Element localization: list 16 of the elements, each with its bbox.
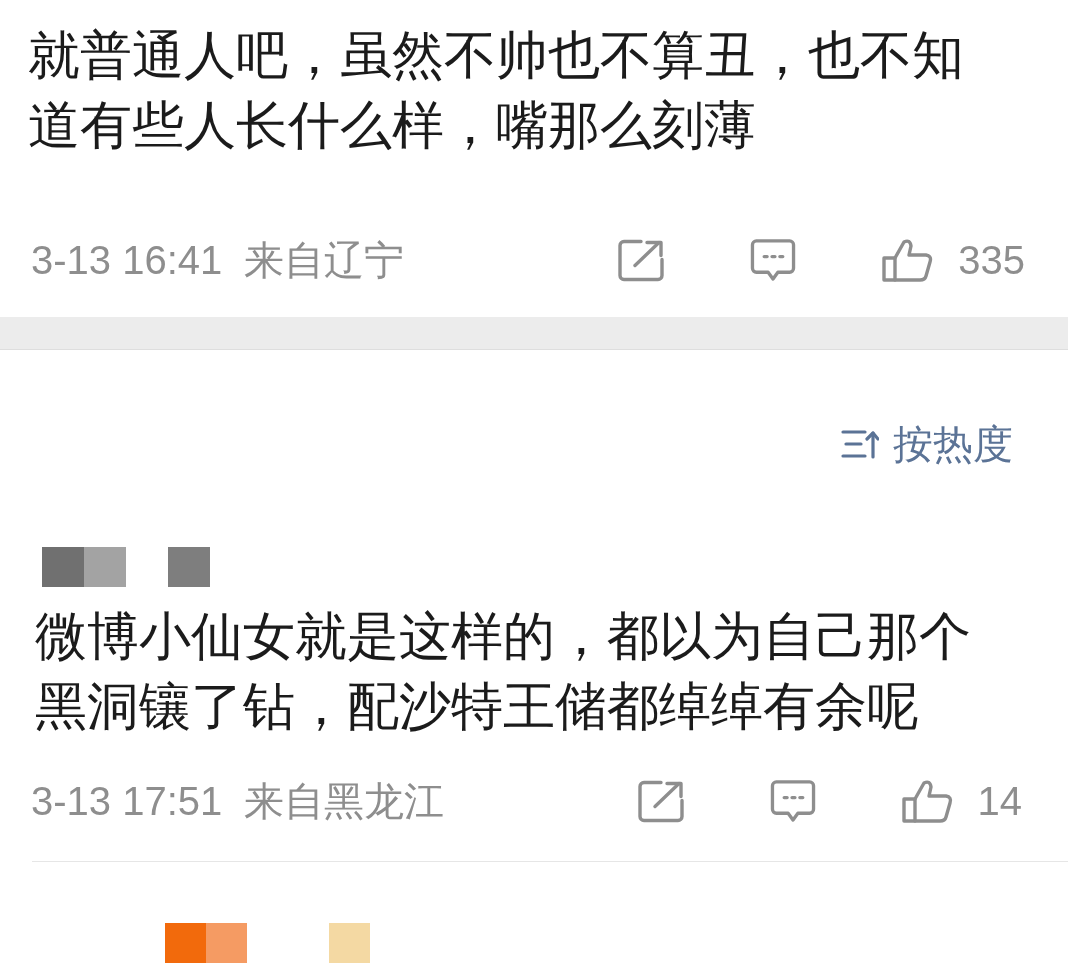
comment-time: 3-13 17:51 [31,778,223,824]
square-arrow-icon[interactable] [617,237,666,283]
like-button[interactable]: 14 [900,778,1022,824]
speech-bubble-icon[interactable] [749,237,798,283]
square-arrow-icon[interactable] [636,778,685,824]
comment-text: 微博小仙女就是这样的，都以为自己那个黑洞镶了钻，配沙特王储都绰绰有余呢 [35,605,972,738]
speech-bubble-icon[interactable] [768,778,817,824]
sort-icon [841,429,879,459]
thumbs-up-icon[interactable] [881,237,935,283]
comment-location: 来自辽宁 [244,236,405,284]
comment-text: 就普通人吧，虽然不帅也不算丑，也不知道有些人长什么样，嘴那么刻薄 [28,24,965,157]
thumbs-up-icon[interactable] [900,778,954,824]
sort-button[interactable]: 按热度 [841,419,1013,469]
comment-time: 3-13 16:41 [31,237,223,283]
comment-location: 来自黑龙江 [244,777,445,825]
like-button[interactable]: 335 [881,237,1025,283]
